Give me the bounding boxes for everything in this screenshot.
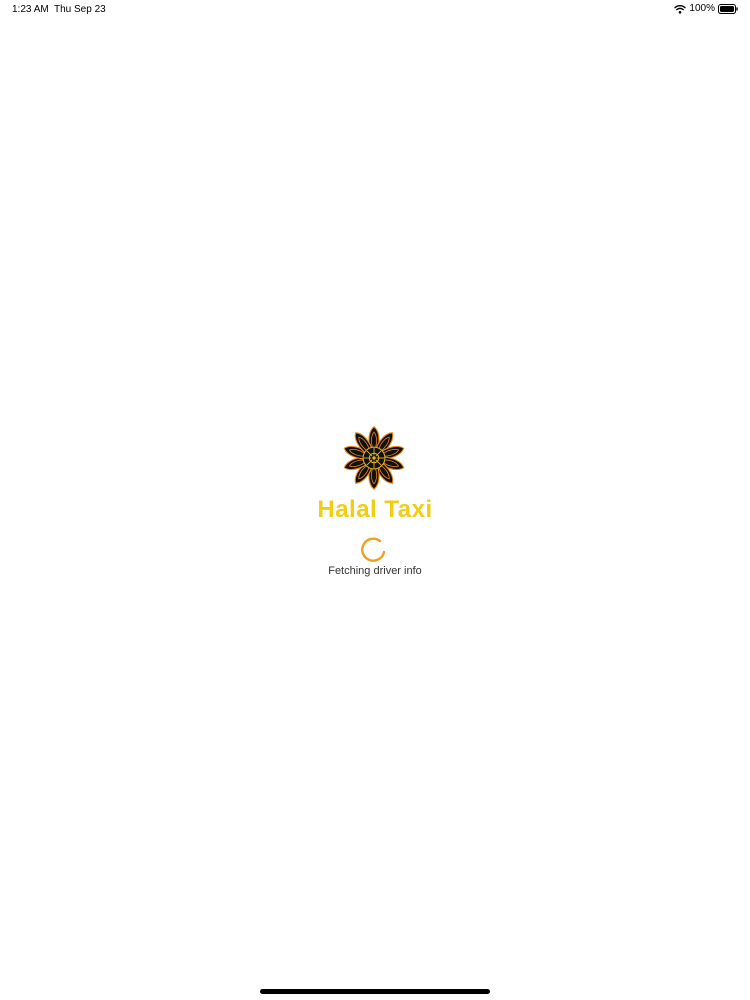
ornamental-flower-logo-icon bbox=[340, 424, 408, 492]
splash-screen: 1:23 AM Thu Sep 23 100% Halal Taxi Fetch… bbox=[0, 0, 750, 1000]
status-date: Thu Sep 23 bbox=[54, 4, 106, 15]
loading-spinner-icon bbox=[359, 535, 387, 563]
home-indicator[interactable] bbox=[260, 989, 490, 994]
app-title: Halal Taxi bbox=[317, 496, 433, 523]
battery-percent: 100% bbox=[689, 3, 715, 14]
loading-message: Fetching driver info bbox=[328, 565, 422, 577]
status-indicators: 100% bbox=[674, 3, 738, 14]
status-bar: 1:23 AM Thu Sep 23 100% bbox=[0, 0, 750, 18]
wifi-icon bbox=[674, 4, 687, 14]
battery-icon bbox=[718, 3, 738, 14]
status-time: 1:23 AM bbox=[12, 4, 49, 15]
